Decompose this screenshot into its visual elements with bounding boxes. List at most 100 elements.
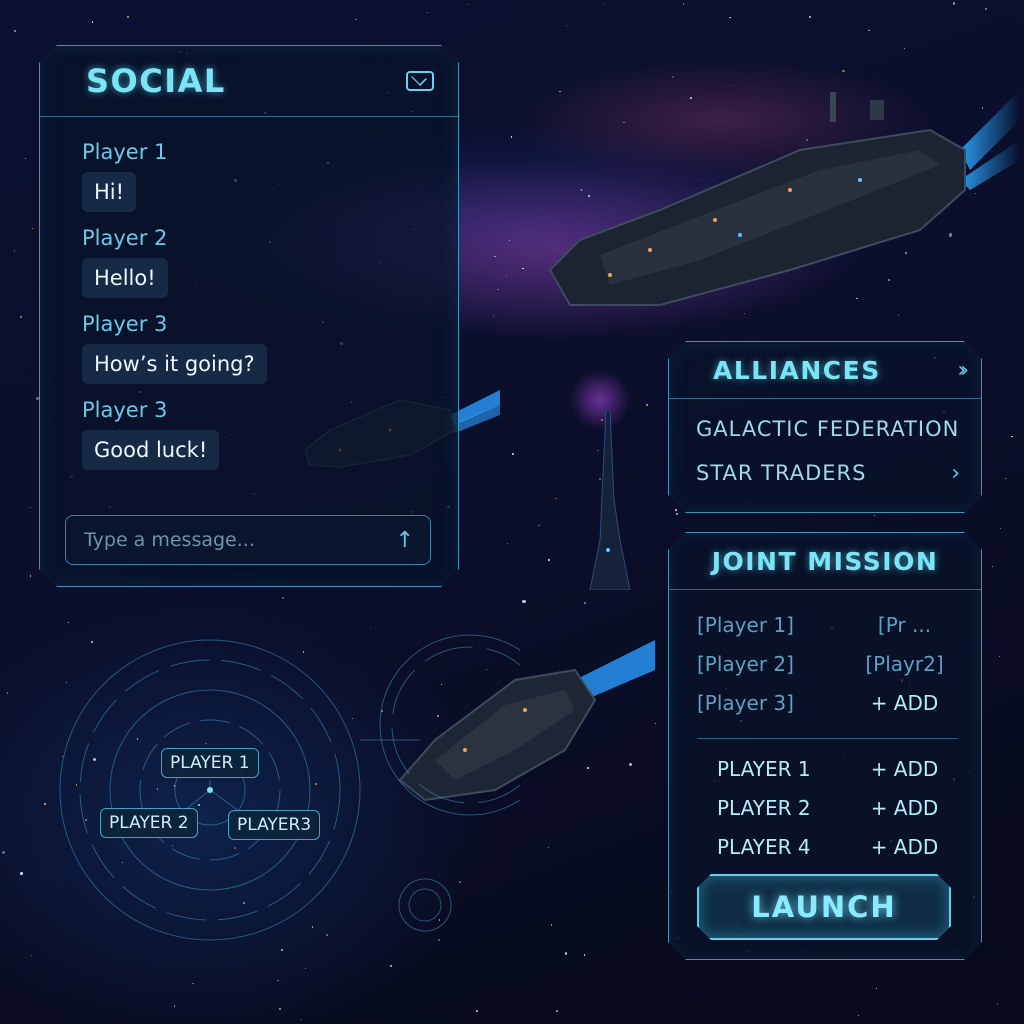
arrow-up-icon[interactable]: ↑ [396,528,414,553]
star [1000,528,1002,530]
star [672,75,674,78]
spire-structure [589,410,631,590]
star [35,396,39,400]
star [682,2,685,5]
message-input-box: ↑ [65,515,431,565]
add-slot-button[interactable]: + ADD [852,691,957,715]
roster-row: PLAYER 2 + ADD [697,788,957,827]
star [547,559,550,561]
star [583,953,586,956]
star [91,21,94,23]
star [494,255,496,257]
star [497,288,499,290]
chat-bubble: How’s it going? [82,344,267,384]
star [277,979,279,981]
star [476,1010,478,1012]
joint-mission-header: JOINT MISSION [669,533,981,590]
chat-message: Player 3 Good luck! [82,398,422,470]
star [426,11,428,13]
star [550,924,553,926]
add-player-button[interactable]: + ADD [852,796,957,820]
divider [697,738,957,739]
chat-message: Player 3 How’s it going? [82,312,422,384]
star [173,1005,176,1007]
mail-icon[interactable] [406,71,434,91]
star [996,1003,999,1005]
mission-slot[interactable]: [Pr ... [852,613,957,637]
radar-tag-player-3[interactable]: PLAYER3 [228,810,321,840]
social-panel: SOCIAL Player 1 Hi! Player 2 Hello! Play… [39,45,459,587]
add-player-button[interactable]: + ADD [852,835,957,859]
star [1011,435,1013,438]
mission-slot[interactable]: [Player 2] [697,652,852,676]
star [729,16,731,18]
star [875,987,878,990]
double-chevron-right-icon[interactable]: ›› [957,358,963,383]
star [565,24,568,27]
star [192,982,194,985]
star [522,599,526,604]
star [492,315,494,317]
star [389,964,392,967]
star [646,404,648,406]
roster-player: PLAYER 1 [717,756,811,781]
star [24,157,27,159]
alliance-item-star-traders[interactable]: STAR TRADERS › [696,461,981,505]
alliances-header: ALLIANCES ›› [669,342,981,399]
radar-tag-player-1[interactable]: PLAYER 1 [161,748,259,778]
mission-slot-row: [Player 2] [Playr2] [697,644,957,683]
add-player-button[interactable]: + ADD [852,757,957,781]
radar-hud: PLAYER 1 PLAYER 2 PLAYER3 [0,600,561,960]
star [1004,477,1006,479]
star [998,655,1000,658]
chat-bubble: Good luck! [82,430,219,470]
message-input[interactable] [82,528,386,552]
mission-slots: [Player 1] [Pr ... [Player 2] [Playr2] [… [697,605,957,866]
star [842,69,845,73]
star [304,967,307,970]
alliance-label: GALACTIC FEDERATION [696,417,960,441]
chat-message: Player 1 Hi! [82,140,422,212]
star [279,1008,281,1010]
star [19,315,22,318]
chat-sender: Player 3 [82,312,168,336]
star [32,227,34,229]
star [14,30,16,32]
star [584,602,587,604]
radar-tag-player-2[interactable]: PLAYER 2 [100,808,198,838]
star [510,136,513,139]
star [300,1018,302,1020]
star [873,515,875,517]
star [809,16,811,18]
game-screen: PLAYER 1 PLAYER 2 PLAYER3 SOCIAL Player … [0,0,1024,1024]
mission-slot[interactable]: [Player 1] [697,613,852,637]
star [467,3,470,6]
social-title: SOCIAL [86,62,226,100]
star [506,543,508,545]
star [858,1014,860,1016]
star [281,597,284,599]
star [506,275,508,277]
star [508,239,510,241]
radar-rings [59,634,561,941]
joint-mission-panel: JOINT MISSION [Player 1] [Pr ... [Player… [668,532,982,960]
joint-mission-title: JOINT MISSION [711,546,939,576]
mission-slot-row: [Player 3] + ADD [697,683,957,722]
star [868,29,870,32]
launch-button[interactable]: LAUNCH [697,874,951,940]
star [676,513,678,515]
star [675,508,678,511]
star [29,575,32,577]
capital-ship [548,90,1020,306]
mission-slot[interactable]: [Playr2] [852,652,957,676]
star [564,952,568,956]
alliances-title: ALLIANCES [713,355,881,385]
star [555,1009,558,1012]
alliance-item-galactic-federation[interactable]: GALACTIC FEDERATION [696,417,981,461]
chat-sender: Player 2 [82,226,168,250]
star [13,250,16,252]
star [952,2,956,5]
star [602,3,605,5]
alliance-label: STAR TRADERS [696,461,867,485]
mission-slot[interactable]: [Player 3] [697,691,852,715]
